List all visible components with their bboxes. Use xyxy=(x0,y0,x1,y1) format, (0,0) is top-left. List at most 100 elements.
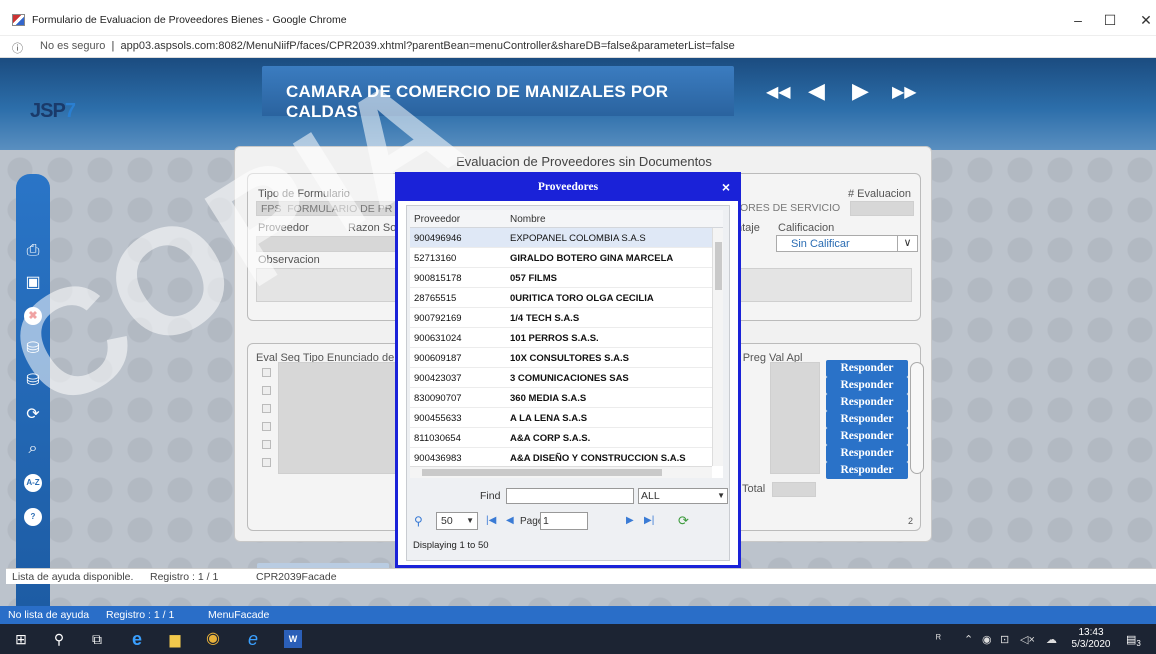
page-indicator: 2 xyxy=(908,516,914,526)
find-scope-select[interactable]: ALL ▼ xyxy=(638,488,728,504)
table-row[interactable]: 830090707 360 MEDIA S.A.S xyxy=(410,388,712,408)
chevron-down-icon: ▼ xyxy=(717,491,725,500)
app-icon xyxy=(12,14,25,26)
minimize-button[interactable]: – xyxy=(1068,12,1088,28)
tipo-formulario-desc: ORES DE SERVICIOS xyxy=(740,202,840,214)
scroll-thumb[interactable] xyxy=(715,242,722,290)
action-sidebar: ⎙ ▣ ✖ ⛁ ⛁ ⟳ ⌕ A-Z ? xyxy=(16,174,50,608)
refresh-icon[interactable]: ⟳ xyxy=(24,406,42,424)
address-url[interactable]: No es seguro | app03.aspsols.com:8082/Me… xyxy=(40,40,735,52)
evaluacion-field[interactable] xyxy=(850,201,914,216)
file-explorer-icon[interactable]: ▆ xyxy=(166,630,184,648)
company-name: CAMARA DE COMERCIO DE MANIZALES POR CALD… xyxy=(286,82,669,121)
eval-checkbox[interactable] xyxy=(262,368,271,377)
maximize-button[interactable]: ☐ xyxy=(1100,12,1120,29)
responder-button[interactable]: Responder xyxy=(826,411,908,428)
eval-checkbox[interactable] xyxy=(262,404,271,413)
registro-status: Registro : 1 / 1 xyxy=(150,571,219,583)
last-record-button[interactable]: ▶▶ xyxy=(892,82,917,104)
next-record-button[interactable]: ▶ xyxy=(852,80,869,102)
info-icon[interactable]: ⓘ xyxy=(12,40,23,56)
grid-horizontal-scrollbar[interactable] xyxy=(410,466,712,478)
total-label: Total xyxy=(742,483,766,495)
word-icon[interactable]: W xyxy=(284,630,302,648)
table-row[interactable]: 900631024 101 PERROS S.A.S. xyxy=(410,328,712,348)
calificacion-select[interactable]: Sin Calificar ∨ xyxy=(776,235,918,252)
responder-button[interactable]: Responder xyxy=(826,445,908,462)
first-page-icon[interactable]: |◀ xyxy=(486,515,496,526)
eval-checkbox[interactable] xyxy=(262,386,271,395)
network-icon[interactable]: ⊡ xyxy=(1000,633,1009,646)
eval-checkbox[interactable] xyxy=(262,422,271,431)
page-size-select[interactable]: 50 ▼ xyxy=(436,512,478,530)
remove-record-icon[interactable]: ⛁ xyxy=(24,372,42,390)
responder-button[interactable]: Responder xyxy=(826,377,908,394)
last-page-icon[interactable]: ▶| xyxy=(644,515,654,526)
table-row[interactable]: 900455633 A LA LENA S.A.S xyxy=(410,408,712,428)
grid-vertical-scrollbar[interactable] xyxy=(712,228,723,466)
tipo-formulario-field[interactable]: FPS FORMULARIO DE PR xyxy=(256,201,408,216)
tray-chevron-icon[interactable]: ⌃ xyxy=(964,633,973,646)
column-proveedor[interactable]: Proveedor xyxy=(414,214,460,225)
table-row[interactable]: 900815178 057 FILMS xyxy=(410,268,712,288)
questions-scrollbar[interactable] xyxy=(910,362,924,474)
find-label: Find xyxy=(480,490,501,502)
print-icon[interactable]: ⎙ xyxy=(24,242,42,260)
find-input[interactable] xyxy=(506,488,634,504)
volume-icon[interactable]: ◁× xyxy=(1020,633,1035,646)
responder-button[interactable]: Responder xyxy=(826,428,908,445)
dialog-header: Proveedores × xyxy=(398,175,738,201)
eval-checkbox[interactable] xyxy=(262,440,271,449)
notification-icon[interactable]: ▤3 xyxy=(1126,633,1141,648)
responder-button[interactable]: Responder xyxy=(826,360,908,377)
eval-checkbox[interactable] xyxy=(262,458,271,467)
find-row: Find ALL ▼ xyxy=(410,486,728,506)
table-row[interactable]: 28765515 0URITICA TORO OLGA CECILIA xyxy=(410,288,712,308)
table-row[interactable]: 900423037 3 COMUNICACIONES SAS xyxy=(410,368,712,388)
close-window-button[interactable]: ✕ xyxy=(1136,12,1156,29)
delete-icon[interactable]: ✖ xyxy=(24,307,42,325)
task-view-icon[interactable]: ⧉ xyxy=(88,630,106,648)
table-row[interactable]: 900436983 A&A DISEÑO Y CONSTRUCCION S.A.S xyxy=(410,448,712,468)
jsp7-logo: JSP7 xyxy=(30,100,76,122)
tray-app-icon[interactable]: ◉ xyxy=(982,633,992,646)
table-row[interactable]: 900609187 10X CONSULTORES S.A.S xyxy=(410,348,712,368)
close-icon[interactable]: × xyxy=(722,179,730,195)
providers-grid: 900496946 EXPOPANEL COLOMBIA S.A.S 527131… xyxy=(410,228,723,478)
table-row[interactable]: 52713160 GIRALDO BOTERO GINA MARCELA xyxy=(410,248,712,268)
clock[interactable]: 13:43 5/3/2020 xyxy=(1070,627,1112,651)
table-row[interactable]: 900792169 1/4 TECH S.A.S xyxy=(410,308,712,328)
address-bar[interactable]: ⓘ No es seguro | app03.aspsols.com:8082/… xyxy=(0,36,1156,58)
refresh-icon[interactable]: ⟳ xyxy=(678,513,689,529)
scroll-thumb[interactable] xyxy=(422,469,662,476)
search-icon[interactable]: ⚲ xyxy=(50,630,68,648)
table-row[interactable]: 900496946 EXPOPANEL COLOMBIA S.A.S xyxy=(410,228,712,248)
secondary-status-bar: No lista de ayuda Registro : 1 / 1 MenuF… xyxy=(0,606,1156,624)
prev-record-button[interactable]: ◀ xyxy=(808,80,825,102)
ie-icon[interactable]: e xyxy=(244,630,262,648)
sort-az-icon[interactable]: A-Z xyxy=(24,474,42,492)
add-record-icon[interactable]: ⛁ xyxy=(24,340,42,358)
first-record-button[interactable]: ◀◀ xyxy=(766,82,791,104)
chrome-icon[interactable]: ◉ xyxy=(204,630,222,648)
help-status: Lista de ayuda disponible. xyxy=(12,571,134,583)
help-icon[interactable]: ? xyxy=(24,508,42,526)
edge-icon[interactable]: e xyxy=(128,630,146,648)
save-icon[interactable]: ▣ xyxy=(24,274,42,292)
proveedor-field[interactable] xyxy=(256,236,396,252)
next-page-icon[interactable]: ▶ xyxy=(626,515,634,526)
page-input[interactable]: 1 xyxy=(540,512,588,530)
prev-page-icon[interactable]: ◀ xyxy=(506,515,514,526)
table-row[interactable]: 811030654 A&A CORP S.A.S. xyxy=(410,428,712,448)
people-icon[interactable]: ᴿ xyxy=(936,633,941,645)
column-nombre[interactable]: Nombre xyxy=(510,214,546,225)
search-icon[interactable]: ⚲ xyxy=(414,514,423,528)
providers-grid-header: Proveedor Nombre xyxy=(410,210,723,228)
onedrive-icon[interactable]: ☁ xyxy=(1046,633,1057,646)
search-document-icon[interactable]: ⌕ xyxy=(24,440,42,458)
window-title: Formulario de Evaluacion de Proveedores … xyxy=(32,14,347,26)
responder-button[interactable]: Responder xyxy=(826,462,908,479)
windows-start-icon[interactable]: ⊞ xyxy=(12,630,30,648)
responder-button[interactable]: Responder xyxy=(826,394,908,411)
facade-status: CPR2039Facade xyxy=(256,571,337,583)
